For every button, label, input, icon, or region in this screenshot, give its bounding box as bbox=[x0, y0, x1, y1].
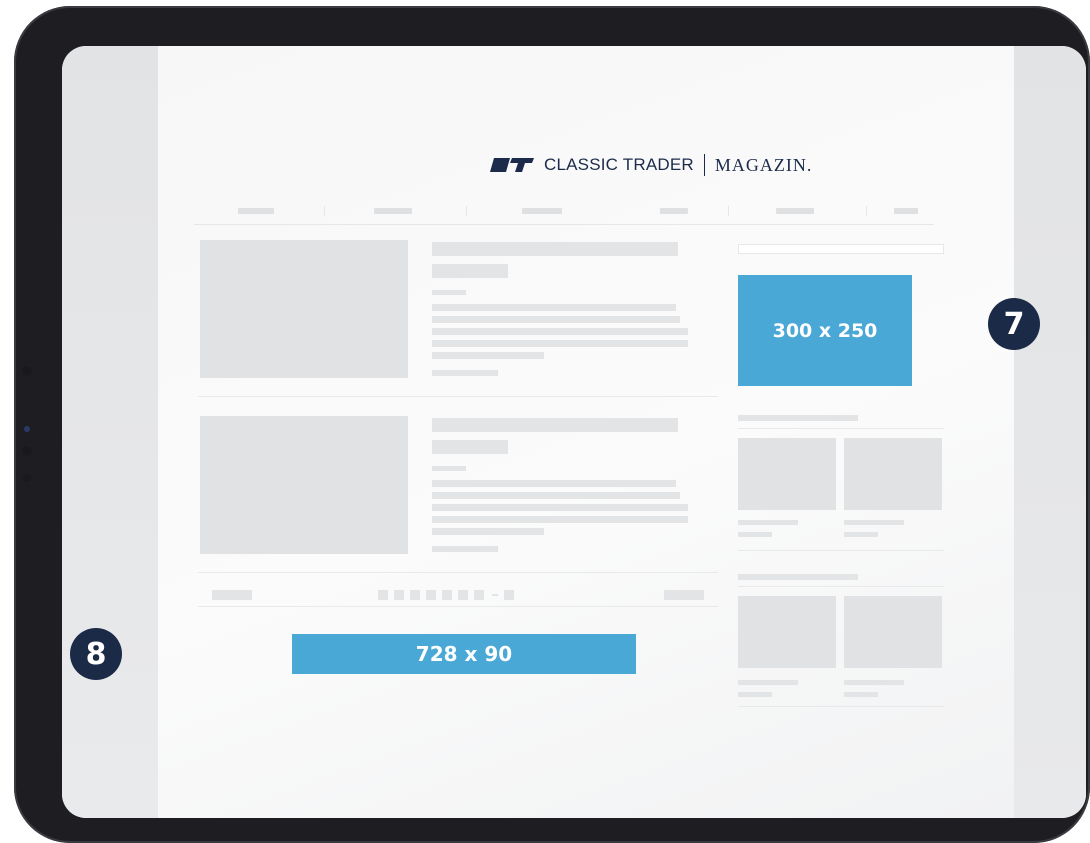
button-dot bbox=[23, 474, 31, 482]
left-gutter bbox=[62, 46, 158, 818]
pagination-prev-placeholder[interactable] bbox=[212, 590, 252, 600]
tablet-device-frame: CLASSIC TRADER MAGAZIN. 728 x 90 300 x 2… bbox=[14, 6, 1090, 843]
article-text-line bbox=[432, 504, 688, 511]
pagination-page[interactable] bbox=[426, 590, 436, 600]
article-image-placeholder[interactable] bbox=[200, 240, 408, 378]
leaderboard-ad-label: 728 x 90 bbox=[415, 642, 513, 666]
nav-divider bbox=[324, 206, 325, 216]
pagination-page[interactable] bbox=[394, 590, 404, 600]
article-meta-placeholder bbox=[432, 290, 466, 295]
marker-badge-7: 7 bbox=[988, 298, 1040, 350]
article-image-placeholder[interactable] bbox=[200, 416, 408, 554]
nav-item-placeholder[interactable] bbox=[374, 208, 412, 214]
divider bbox=[198, 606, 718, 607]
brand-section: MAGAZIN. bbox=[714, 154, 813, 175]
article-readmore-placeholder[interactable] bbox=[432, 370, 498, 376]
article-title-placeholder bbox=[432, 418, 678, 432]
sidebar-heading-placeholder bbox=[738, 415, 858, 421]
sidebar-thumb-placeholder[interactable] bbox=[738, 596, 836, 668]
pagination-page[interactable] bbox=[504, 590, 514, 600]
pagination-page[interactable] bbox=[474, 590, 484, 600]
pagination-page[interactable] bbox=[410, 590, 420, 600]
pagination-page[interactable] bbox=[378, 590, 388, 600]
button-dot bbox=[22, 446, 32, 456]
sidebar-caption-placeholder bbox=[738, 692, 772, 697]
article-subtitle-placeholder bbox=[432, 264, 508, 278]
sidebar-caption-placeholder bbox=[738, 520, 798, 525]
sidebar-caption-placeholder bbox=[844, 692, 878, 697]
nav-divider bbox=[866, 206, 867, 216]
divider bbox=[198, 572, 718, 573]
sidebar-caption-placeholder bbox=[844, 520, 904, 525]
rectangle-ad-label: 300 x 250 bbox=[772, 319, 878, 342]
sidebar-thumb-placeholder[interactable] bbox=[844, 596, 942, 668]
sidebar-thumb-placeholder[interactable] bbox=[844, 438, 942, 510]
article-subtitle-placeholder bbox=[432, 440, 508, 454]
sidebar-heading-placeholder bbox=[738, 574, 858, 580]
divider bbox=[738, 586, 944, 587]
nav-item-placeholder[interactable] bbox=[776, 208, 814, 214]
divider bbox=[198, 396, 718, 397]
pagination-next-placeholder[interactable] bbox=[664, 590, 704, 600]
leaderboard-ad-728x90[interactable]: 728 x 90 bbox=[292, 634, 636, 674]
marker-number: 8 bbox=[85, 636, 107, 672]
camera-dot bbox=[22, 366, 32, 376]
brand-logo-icon bbox=[490, 158, 534, 172]
nav-item-placeholder[interactable] bbox=[894, 208, 918, 214]
sidebar-caption-placeholder bbox=[738, 532, 772, 537]
site-logo[interactable]: CLASSIC TRADER MAGAZIN. bbox=[488, 150, 812, 180]
divider bbox=[738, 550, 944, 551]
sidebar-search-placeholder[interactable] bbox=[738, 244, 944, 254]
website-mockup: CLASSIC TRADER MAGAZIN. 728 x 90 300 x 2… bbox=[158, 46, 1014, 818]
right-gutter bbox=[1014, 46, 1086, 818]
nav-item-placeholder[interactable] bbox=[522, 208, 562, 214]
article-text-line bbox=[432, 516, 688, 523]
pagination-page[interactable] bbox=[458, 590, 468, 600]
pagination-page[interactable] bbox=[442, 590, 452, 600]
marker-number: 7 bbox=[1003, 306, 1025, 342]
nav-bar-placeholder bbox=[194, 204, 934, 225]
article-text-line bbox=[432, 304, 676, 311]
article-text-line bbox=[432, 492, 680, 499]
article-title-placeholder bbox=[432, 242, 678, 256]
pagination-ellipsis bbox=[492, 594, 498, 596]
article-text-line bbox=[432, 528, 544, 535]
nav-divider bbox=[728, 206, 729, 216]
article-meta-placeholder bbox=[432, 466, 466, 471]
marker-badge-8: 8 bbox=[70, 628, 122, 680]
sidebar-caption-placeholder bbox=[738, 680, 798, 685]
brand-name: CLASSIC TRADER bbox=[544, 155, 694, 174]
divider bbox=[738, 428, 944, 429]
article-text-line bbox=[432, 316, 680, 323]
nav-item-placeholder[interactable] bbox=[660, 208, 688, 214]
nav-divider bbox=[466, 206, 467, 216]
article-readmore-placeholder[interactable] bbox=[432, 546, 498, 552]
article-text-line bbox=[432, 480, 676, 487]
logo-divider bbox=[703, 154, 705, 176]
sidebar-caption-placeholder bbox=[844, 680, 904, 685]
article-text-line bbox=[432, 352, 544, 359]
sidebar-caption-placeholder bbox=[844, 532, 878, 537]
sensor-dot bbox=[24, 426, 30, 432]
article-text-line bbox=[432, 340, 688, 347]
divider bbox=[738, 706, 944, 707]
article-text-line bbox=[432, 328, 688, 335]
rectangle-ad-300x250[interactable]: 300 x 250 bbox=[738, 275, 912, 386]
sidebar-thumb-placeholder[interactable] bbox=[738, 438, 836, 510]
tablet-screen: CLASSIC TRADER MAGAZIN. 728 x 90 300 x 2… bbox=[62, 46, 1086, 818]
nav-item-placeholder[interactable] bbox=[238, 208, 274, 214]
